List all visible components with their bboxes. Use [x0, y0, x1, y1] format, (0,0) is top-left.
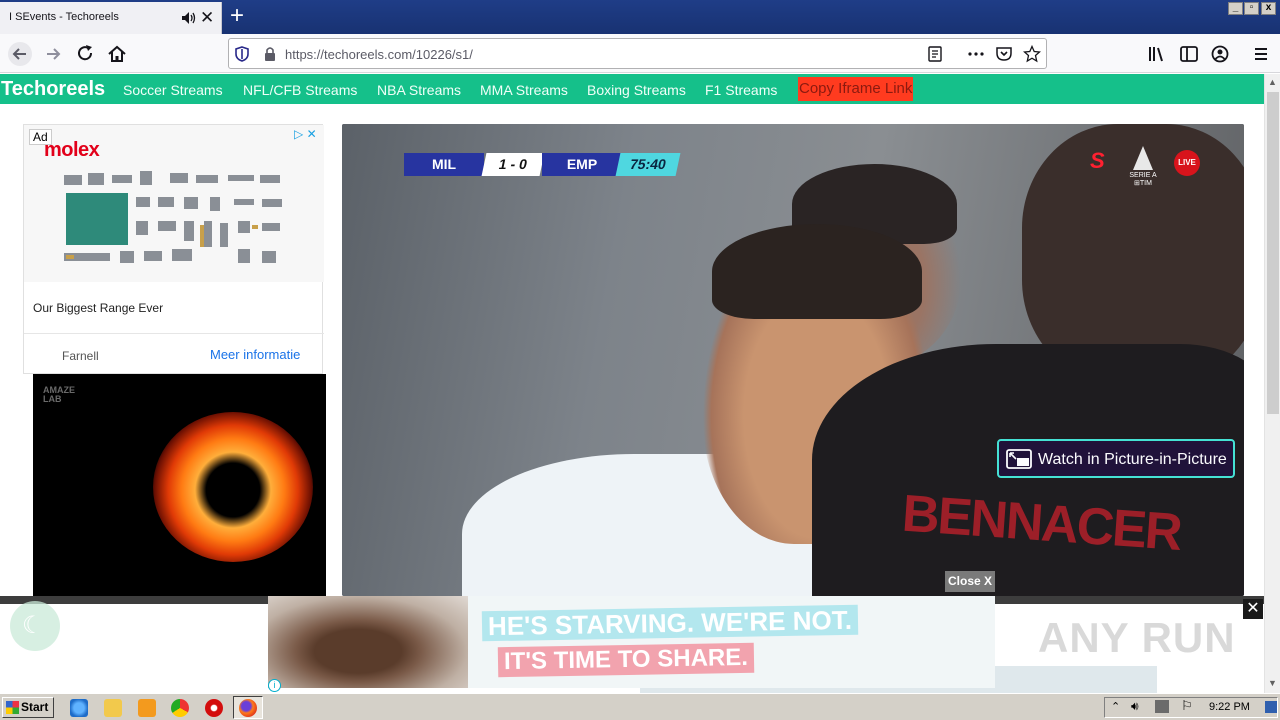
scrollbar-thumb[interactable]	[1267, 92, 1279, 414]
nav-boxing-streams[interactable]: Boxing Streams	[587, 82, 686, 98]
match-clock: 75:40	[615, 153, 681, 176]
ad-info-icon[interactable]: i	[268, 679, 281, 692]
molex-logo: molex	[44, 139, 100, 161]
pocket-icon[interactable]	[995, 45, 1013, 63]
firefox-icon	[239, 699, 257, 717]
nav-nfl-cfb-streams[interactable]: NFL/CFB Streams	[243, 82, 357, 98]
supersport-icon: S	[1090, 148, 1105, 173]
account-icon[interactable]	[1207, 41, 1233, 67]
taskbar-clock[interactable]: 9:22 PM	[1209, 701, 1250, 713]
pip-label: Watch in Picture-in-Picture	[1038, 451, 1227, 468]
navigation-toolbar: https://techoreels.com/10226/s1/	[0, 34, 1280, 73]
network-icon[interactable]	[1155, 700, 1169, 713]
url-text: https://techoreels.com/10226/s1/	[285, 47, 473, 62]
reload-icon[interactable]	[72, 41, 98, 67]
amaze-lab-logo: AMAZE LAB	[43, 385, 75, 404]
match-score: 1 - 0	[481, 153, 545, 176]
new-tab-button[interactable]: +	[230, 3, 244, 29]
start-button[interactable]: Start	[2, 697, 54, 718]
speaker-icon[interactable]	[181, 11, 197, 25]
charity-ad[interactable]: HE'S STARVING. WE'RE NOT. IT'S TIME TO S…	[268, 596, 995, 688]
display-ad[interactable]: Ad molex ▷ ✕ Our Biggest Range Ever Farn…	[23, 124, 324, 374]
ad-line-1: HE'S STARVING. WE'RE NOT.	[481, 604, 859, 642]
serie-a-text: SERIE A ⊞TIM	[1129, 172, 1157, 187]
maximize-button[interactable]: ▫	[1244, 2, 1259, 15]
ad-line-2: IT'S TIME TO SHARE.	[497, 642, 755, 678]
ad-line-1a: HE'S STARVING.	[487, 607, 695, 642]
video-player[interactable]: BENNACER MIL 1 - 0 EMP 75:40 S SERIE A ⊞…	[342, 124, 1244, 596]
ad-divider	[24, 333, 324, 334]
sidebar-icon[interactable]	[1176, 41, 1202, 67]
media-player-icon[interactable]	[138, 699, 156, 717]
site-brand[interactable]: Techoreels	[1, 78, 105, 101]
nav-mma-streams[interactable]: MMA Streams	[480, 82, 568, 98]
tab-strip: I SEvents - Techoreels ✕ + _ ▫ x	[0, 0, 1280, 34]
chrome-icon[interactable]	[171, 699, 189, 717]
tray-expand-icon[interactable]: ⌃	[1111, 700, 1120, 713]
tab-close-icon[interactable]: ✕	[200, 8, 214, 28]
site-navbar: Techoreels Soccer Streams NFL/CFB Stream…	[0, 74, 1264, 104]
ie-icon[interactable]	[70, 699, 88, 717]
nav-nba-streams[interactable]: NBA Streams	[377, 82, 461, 98]
firefox-taskbar-button[interactable]	[233, 696, 263, 719]
tab-active[interactable]: I SEvents - Techoreels ✕	[0, 2, 222, 34]
picture-in-picture-icon	[1006, 449, 1032, 469]
more-icon[interactable]	[967, 45, 985, 63]
library-icon[interactable]	[1144, 41, 1170, 67]
folder-icon[interactable]	[104, 699, 122, 717]
moon-icon[interactable]: ☾	[22, 611, 44, 640]
side-video-ad[interactable]: AMAZE LAB	[33, 374, 326, 596]
windows-taskbar: Start ⌃ 🔊︎ ⚐ 9:22 PM	[0, 693, 1280, 720]
window-close-button[interactable]: x	[1261, 2, 1276, 15]
shield-icon[interactable]	[233, 45, 251, 63]
banner-close-icon[interactable]: ✕	[1243, 599, 1263, 619]
home-team: MIL	[404, 153, 484, 176]
ad-advertiser[interactable]: Farnell	[62, 349, 99, 363]
back-icon[interactable]	[7, 41, 33, 67]
forward-icon[interactable]	[40, 41, 66, 67]
ad-image[interactable]: Ad molex ▷ ✕	[24, 125, 324, 282]
address-bar[interactable]: https://techoreels.com/10226/s1/	[228, 38, 1047, 69]
system-tray: ⌃ 🔊︎ ⚐ 9:22 PM	[1104, 697, 1278, 718]
black-hole-image	[153, 412, 313, 562]
start-label: Start	[21, 700, 49, 714]
player-hair-front	[712, 224, 922, 319]
scroll-up-icon[interactable]: ▲	[1268, 77, 1277, 87]
child-photo	[268, 596, 468, 688]
anyrun-watermark: ANY RUN	[1038, 614, 1236, 661]
page-scrollbar[interactable]: ▲ ▼	[1264, 74, 1280, 693]
show-desktop-icon[interactable]	[1265, 701, 1277, 713]
opera-icon[interactable]	[205, 699, 223, 717]
volume-icon[interactable]: 🔊︎	[1131, 699, 1139, 714]
nav-f1-streams[interactable]: F1 Streams	[705, 82, 777, 98]
ad-cta-link[interactable]: Meer informatie	[210, 347, 300, 362]
screen: I SEvents - Techoreels ✕ + _ ▫ x https:/…	[0, 0, 1280, 720]
windows-logo-icon	[6, 701, 19, 714]
lock-icon[interactable]	[261, 45, 279, 63]
bookmark-star-icon[interactable]	[1023, 45, 1041, 63]
reader-view-icon[interactable]	[926, 45, 944, 63]
home-icon[interactable]	[104, 41, 130, 67]
minimize-button[interactable]: _	[1228, 2, 1243, 15]
menu-icon[interactable]	[1248, 41, 1274, 67]
copy-iframe-link-button[interactable]: Copy Iframe Link	[798, 77, 914, 101]
adchoices-icon[interactable]: ▷ ✕	[294, 127, 317, 141]
serie-a-icon	[1133, 146, 1153, 170]
scroll-down-icon[interactable]: ▼	[1268, 678, 1277, 688]
close-ad-button[interactable]: Close X	[945, 571, 995, 592]
bottom-banner-ad[interactable]: ☾ HE'S STARVING. WE'RE NOT. IT'S TIME TO…	[0, 596, 1264, 693]
picture-in-picture-button[interactable]: Watch in Picture-in-Picture	[997, 439, 1235, 478]
ad-headline[interactable]: Our Biggest Range Ever	[33, 301, 163, 315]
serie-a-logo: SERIE A ⊞TIM	[1127, 146, 1159, 194]
ad-line-1b: WE'RE NOT.	[701, 604, 853, 638]
live-badge: LIVE	[1174, 150, 1200, 176]
action-center-flag-icon[interactable]: ⚐	[1181, 698, 1193, 714]
nav-soccer-streams[interactable]: Soccer Streams	[123, 82, 223, 98]
away-team: EMP	[542, 153, 622, 176]
tab-title: I SEvents - Techoreels	[9, 11, 119, 23]
